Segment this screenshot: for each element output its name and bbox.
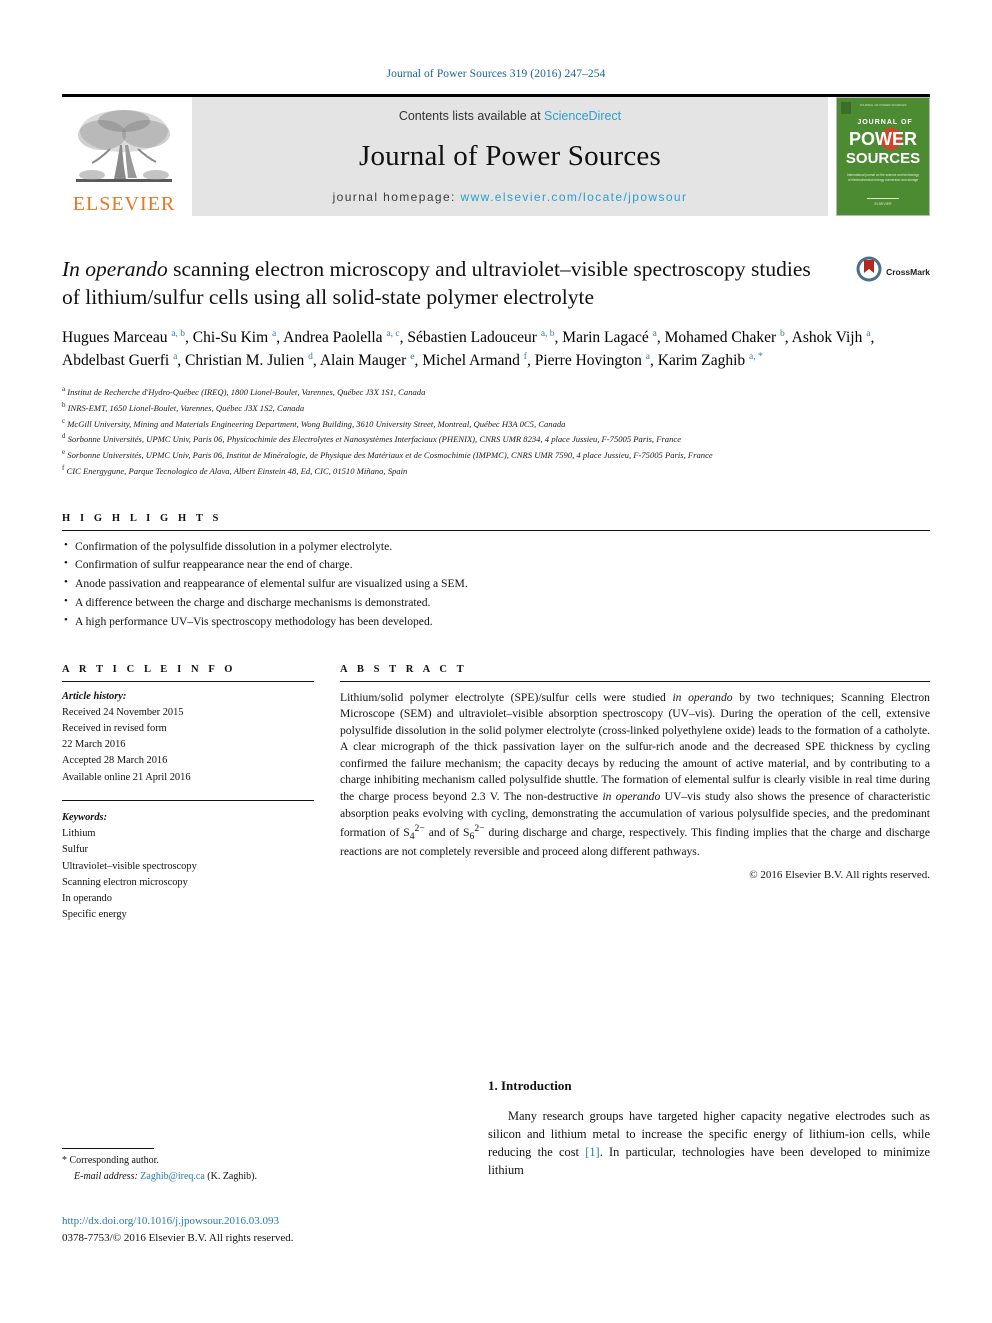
contents-available-line: Contents lists available at ScienceDirec… bbox=[399, 109, 621, 123]
affiliation-marker-b: b bbox=[62, 400, 66, 409]
corresponding-author-note: * Corresponding author. E-mail address: … bbox=[62, 1153, 462, 1184]
corresponding-author-line: * Corresponding author. bbox=[62, 1153, 462, 1169]
abstract-divider bbox=[340, 680, 930, 682]
corresponding-marker: * bbox=[62, 1155, 67, 1166]
affiliation-e: e Sorbonne Universités, UPMC Univ, Paris… bbox=[62, 447, 930, 463]
title-italic-part: In operando bbox=[62, 257, 168, 281]
doi-area: http://dx.doi.org/10.1016/j.jpowsour.201… bbox=[62, 1213, 532, 1246]
abstract-section: A B S T R A C T Lithium/solid polymer el… bbox=[340, 664, 930, 924]
homepage-prefix: journal homepage: bbox=[332, 190, 461, 204]
keyword-item: Ultraviolet–visible spectroscopy bbox=[62, 860, 197, 872]
affiliation-c: c McGill University, Mining and Material… bbox=[62, 416, 930, 432]
abstract-heading: A B S T R A C T bbox=[340, 663, 468, 675]
keyword-item: Scanning electron microscopy bbox=[62, 876, 188, 888]
doi-link[interactable]: http://dx.doi.org/10.1016/j.jpowsour.201… bbox=[62, 1213, 532, 1230]
masthead-center: Contents lists available at ScienceDirec… bbox=[192, 97, 828, 216]
journal-homepage-line: journal homepage: www.elsevier.com/locat… bbox=[333, 190, 688, 204]
list-item: A difference between the charge and disc… bbox=[62, 593, 930, 613]
abstract-copyright: © 2016 Elsevier B.V. All rights reserved… bbox=[749, 868, 930, 881]
list-item: Anode passivation and reappearance of el… bbox=[62, 574, 930, 594]
svg-text:JOURNAL OF POWER SOURCES: JOURNAL OF POWER SOURCES bbox=[860, 103, 907, 107]
author-list: Hugues Marceau a, b, Chi-Su Kim a, Andre… bbox=[62, 328, 875, 369]
keywords-divider bbox=[62, 799, 314, 801]
article-info-section: A R T I C L E I N F O Article history: R… bbox=[62, 664, 314, 924]
introduction-paragraph: Many research groups have targeted highe… bbox=[488, 1109, 930, 1177]
highlights-section: H I G H L I G H T S Confirmation of the … bbox=[62, 513, 930, 632]
issn-copyright-line: 0378-7753/© 2016 Elsevier B.V. All right… bbox=[62, 1231, 294, 1244]
email-link[interactable]: Zaghib@ireq.ca bbox=[140, 1171, 204, 1182]
affiliation-marker-c: c bbox=[62, 416, 66, 425]
history-item: Accepted 28 March 2016 bbox=[62, 755, 168, 767]
affiliation-list: a Institut de Recherche d'Hydro-Québec (… bbox=[62, 384, 930, 479]
affiliation-marker-a: a bbox=[62, 384, 66, 393]
email-line: E-mail address: Zaghib@ireq.ca (K. Zaghi… bbox=[62, 1169, 462, 1185]
journal-cover-thumbnail: JOURNAL OF POWER SOURCES JOURNAL OF POWE… bbox=[836, 97, 930, 216]
svg-text:International journal on the s: International journal on the science and… bbox=[847, 173, 919, 177]
running-head: Journal of Power Sources 319 (2016) 247–… bbox=[386, 68, 606, 80]
page-title: In operando scanning electron microscopy… bbox=[62, 256, 822, 311]
svg-text:SOURCES: SOURCES bbox=[846, 150, 920, 167]
crossmark-label: CrossMark bbox=[886, 266, 930, 277]
title-block: In operando scanning electron microscopy… bbox=[62, 256, 930, 311]
title-rest: scanning electron microscopy and ultravi… bbox=[62, 257, 811, 309]
keywords-block: Keywords: Lithium Sulfur Ultraviolet–vis… bbox=[62, 810, 314, 924]
history-item: 22 March 2016 bbox=[62, 739, 126, 751]
affiliation-text-f: CIC Energygune, Parque Tecnologico de Al… bbox=[66, 465, 408, 476]
affiliation-a: a Institut de Recherche d'Hydro-Québec (… bbox=[62, 384, 930, 400]
affiliation-marker-d: d bbox=[62, 432, 66, 441]
history-item: Available online 21 April 2016 bbox=[62, 771, 191, 783]
abstract-text: Lithium/solid polymer electrolyte (SPE)/… bbox=[340, 690, 931, 859]
corresponding-label: Corresponding author. bbox=[69, 1155, 159, 1166]
list-item: Confirmation of the polysulfide dissolut… bbox=[62, 537, 930, 557]
journal-title: Journal of Power Sources bbox=[359, 140, 661, 172]
svg-text:of electrochemical energy conv: of electrochemical energy conversion and… bbox=[848, 178, 919, 182]
keyword-item: In operando bbox=[62, 892, 112, 904]
introduction-section: 1. Introduction Many research groups hav… bbox=[488, 1078, 930, 1180]
highlights-heading: H I G H L I G H T S bbox=[62, 512, 222, 524]
crossmark-badge[interactable]: CrossMark bbox=[856, 256, 930, 287]
elsevier-wordmark: ELSEVIER bbox=[72, 193, 176, 215]
svg-text:ELSEVIER: ELSEVIER bbox=[874, 202, 892, 206]
highlights-list: Confirmation of the polysulfide dissolut… bbox=[62, 537, 930, 632]
info-abstract-row: A R T I C L E I N F O Article history: R… bbox=[62, 664, 930, 924]
article-info-heading: A R T I C L E I N F O bbox=[62, 663, 237, 675]
svg-text:POWER: POWER bbox=[849, 129, 917, 149]
email-suffix: (K. Zaghib). bbox=[207, 1170, 257, 1182]
affiliation-b: b INRS-EMT, 1650 Lionel-Boulet, Varennes… bbox=[62, 400, 930, 416]
article-history-label: Article history: bbox=[62, 690, 127, 702]
affiliation-text-a: Institut de Recherche d'Hydro-Québec (IR… bbox=[67, 386, 426, 397]
history-item: Received 24 November 2015 bbox=[62, 706, 184, 718]
email-label: E-mail address: bbox=[74, 1170, 138, 1182]
sciencedirect-link[interactable]: ScienceDirect bbox=[544, 109, 621, 123]
list-item: A high performance UV–Vis spectroscopy m… bbox=[62, 612, 930, 632]
affiliation-text-d: Sorbonne Universités, UPMC Univ, Paris 0… bbox=[67, 434, 682, 445]
affiliation-marker-f: f bbox=[62, 463, 65, 472]
article-info-divider bbox=[62, 680, 314, 682]
elsevier-tree-icon bbox=[70, 105, 178, 193]
elsevier-logo: ELSEVIER bbox=[62, 97, 186, 216]
keyword-item: Sulfur bbox=[62, 844, 88, 856]
affiliation-d: d Sorbonne Universités, UPMC Univ, Paris… bbox=[62, 431, 930, 447]
journal-homepage-link[interactable]: www.elsevier.com/locate/jpowsour bbox=[461, 190, 688, 204]
contents-prefix: Contents lists available at bbox=[398, 109, 545, 123]
keywords-label: Keywords: bbox=[62, 811, 108, 823]
journal-masthead: ELSEVIER Contents lists available at Sci… bbox=[62, 94, 930, 216]
article-history-block: Article history: Received 24 November 20… bbox=[62, 689, 314, 786]
keyword-item: Specific energy bbox=[62, 909, 127, 921]
affiliation-text-b: INRS-EMT, 1650 Lionel-Boulet, Varennes, … bbox=[67, 402, 305, 413]
highlights-divider bbox=[62, 529, 930, 531]
svg-text:JOURNAL OF: JOURNAL OF bbox=[857, 119, 912, 126]
affiliation-text-e: Sorbonne Universités, UPMC Univ, Paris 0… bbox=[67, 449, 713, 460]
crossmark-icon bbox=[856, 256, 882, 287]
affiliation-marker-e: e bbox=[62, 448, 66, 457]
footnote-rule bbox=[62, 1148, 154, 1149]
introduction-heading: 1. Introduction bbox=[488, 1078, 572, 1093]
affiliation-text-c: McGill University, Mining and Materials … bbox=[67, 418, 566, 429]
keyword-item: Lithium bbox=[62, 828, 96, 840]
list-item: Confirmation of sulfur reappearance near… bbox=[62, 555, 930, 575]
affiliation-f: f CIC Energygune, Parque Tecnologico de … bbox=[62, 463, 930, 479]
footnote-area: * Corresponding author. E-mail address: … bbox=[62, 1148, 462, 1184]
article-page: Journal of Power Sources 319 (2016) 247–… bbox=[0, 0, 992, 1323]
history-item: Received in revised form bbox=[62, 723, 167, 734]
